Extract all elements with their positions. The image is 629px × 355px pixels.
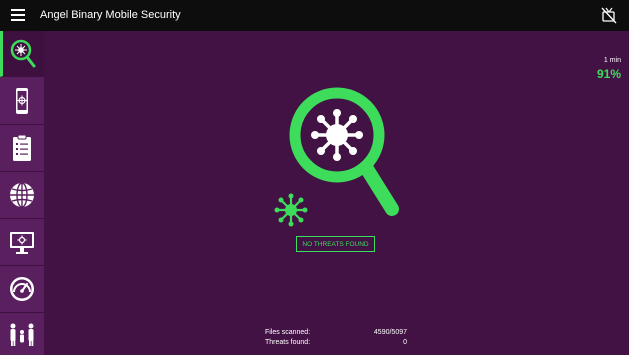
hamburger-menu-icon[interactable]: [11, 9, 25, 21]
speedometer-icon: [10, 277, 34, 301]
clipboard-icon: [13, 134, 31, 161]
virus-scan-icon: [10, 39, 35, 67]
scan-panel: 1 min 91% NO THREATS FOUND Files scanned…: [44, 31, 629, 355]
sidebar: [0, 31, 44, 355]
sidebar-item-scan[interactable]: [0, 31, 44, 77]
scan-elapsed-time: 1 min: [603, 57, 621, 64]
monitor-settings-icon: [10, 232, 34, 254]
scan-progress-percent: 91%: [596, 67, 621, 81]
scan-stats-labels: Files scanned: Threats found:: [265, 328, 310, 348]
family-icon: [10, 323, 34, 346]
files-scanned-value: 4590/5097: [373, 329, 407, 336]
cast-off-icon[interactable]: [601, 6, 617, 24]
globe-icon: [10, 182, 34, 208]
sidebar-item-reports[interactable]: [0, 125, 44, 172]
scan-stats-values: 4590/5097 0: [361, 328, 407, 348]
app-title: Angel Binary Mobile Security: [40, 9, 181, 21]
files-scanned-label: Files scanned:: [265, 329, 311, 336]
threats-found-label: Threats found:: [265, 339, 311, 346]
virus-icon: [274, 193, 308, 227]
sidebar-item-performance[interactable]: [0, 266, 44, 313]
sidebar-item-web[interactable]: [0, 172, 44, 219]
mobile-locate-icon: [16, 88, 28, 114]
status-badge: NO THREATS FOUND: [296, 236, 375, 252]
sidebar-item-family[interactable]: [0, 313, 44, 355]
threats-found-value: 0: [403, 339, 407, 346]
sidebar-item-device[interactable]: [0, 78, 44, 125]
top-bar: Angel Binary Mobile Security: [0, 0, 629, 31]
sidebar-item-system[interactable]: [0, 219, 44, 266]
